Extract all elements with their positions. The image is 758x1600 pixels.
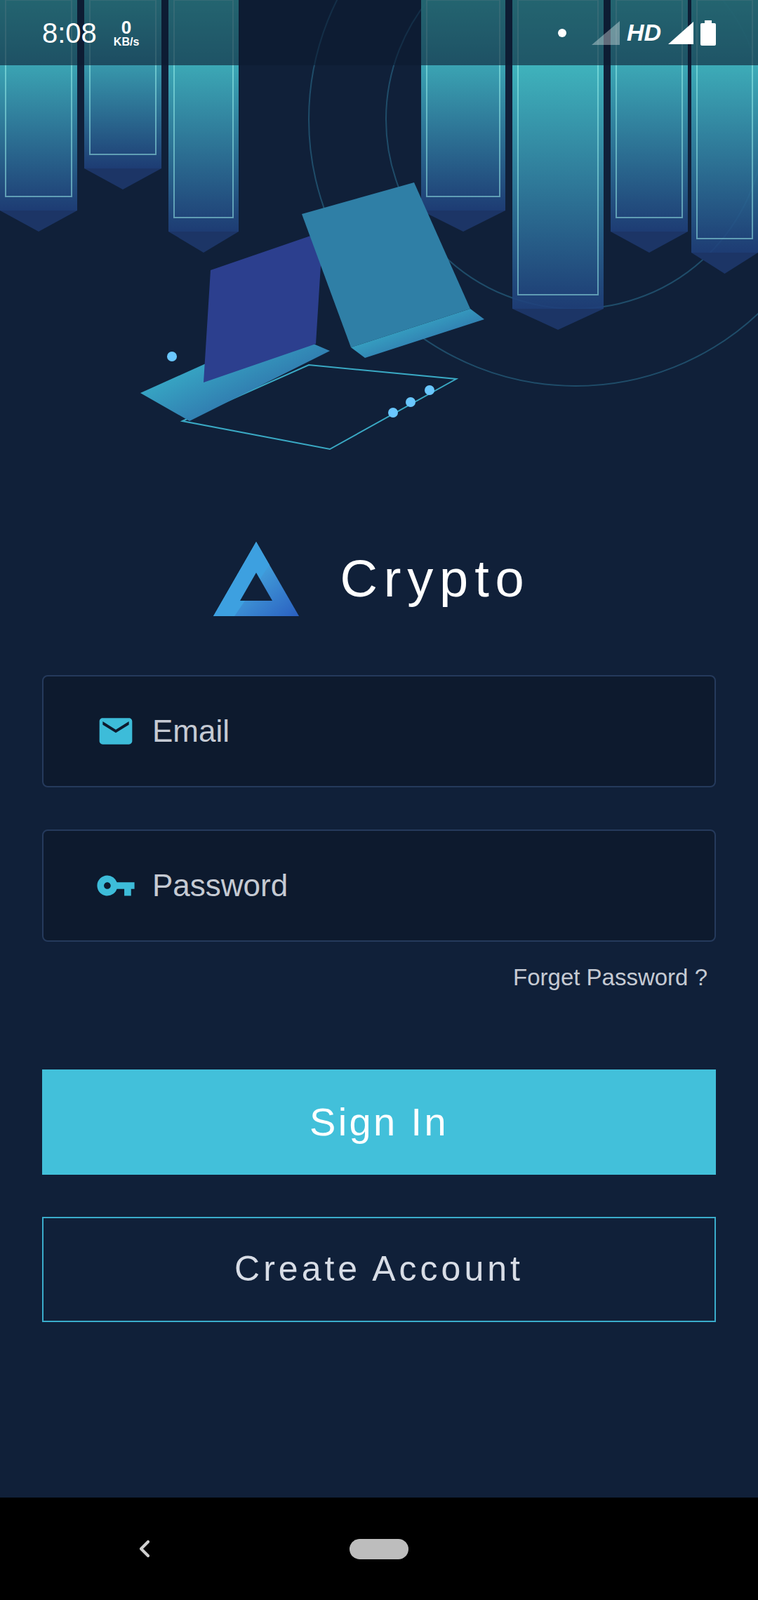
app-name: Crypto xyxy=(339,553,530,605)
email-field xyxy=(42,675,716,788)
create-account-button[interactable]: Create Account xyxy=(42,1217,716,1323)
battery-icon xyxy=(700,20,716,46)
back-icon[interactable] xyxy=(130,1534,159,1564)
status-bar: 8:08 0KB/s HD xyxy=(0,0,758,66)
login-form: Forget Password ? Sign In Create Account xyxy=(0,675,758,1323)
signal-icon xyxy=(591,21,620,45)
network-type: HD xyxy=(626,14,662,51)
clock: 8:08 xyxy=(42,11,97,55)
email-input[interactable] xyxy=(152,708,715,755)
navigation-bar xyxy=(0,1497,758,1600)
email-icon xyxy=(96,711,136,751)
header: 8:08 0KB/s HD xyxy=(0,0,758,478)
password-input[interactable] xyxy=(152,862,715,909)
signal-icon xyxy=(668,21,694,45)
brand: Crypto xyxy=(0,541,744,617)
key-icon xyxy=(95,865,137,907)
forgot-password-link[interactable]: Forget Password ? xyxy=(513,960,708,996)
home-pill-icon[interactable] xyxy=(349,1539,409,1560)
crypto-logo-icon xyxy=(213,541,299,617)
header-illustration xyxy=(0,0,758,478)
password-field xyxy=(42,829,716,942)
net-speed: 0KB/s xyxy=(113,18,139,48)
notification-dot-icon xyxy=(557,28,567,38)
login-screen: 8:08 0KB/s HD Crypto Forget Password ? Sign I… xyxy=(0,0,758,1600)
sign-in-button[interactable]: Sign In xyxy=(42,1069,716,1175)
